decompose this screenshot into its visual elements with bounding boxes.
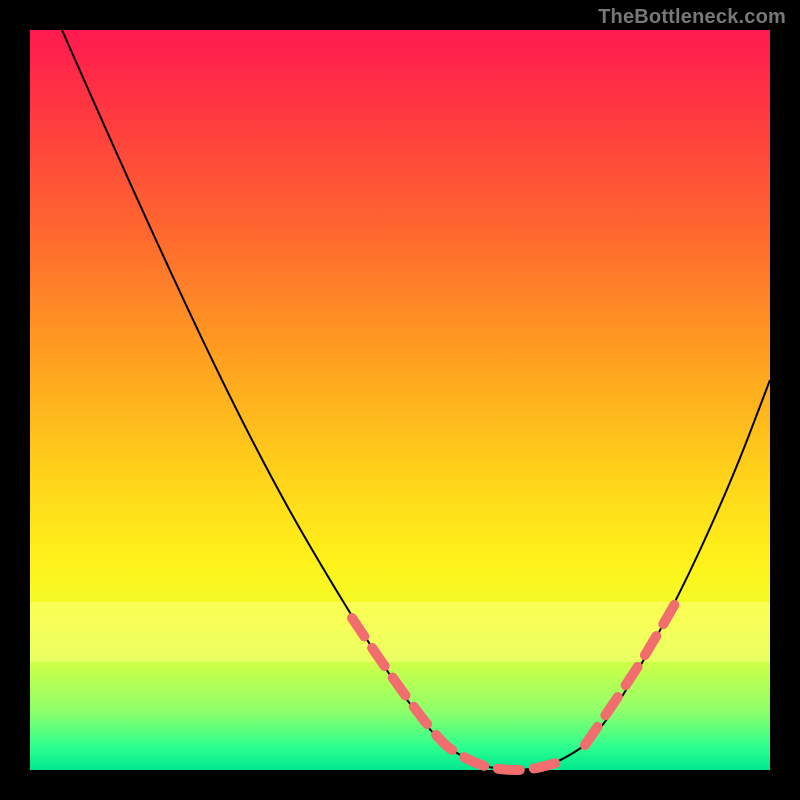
chart-svg	[30, 30, 770, 770]
highlight-right-segment	[585, 602, 676, 745]
bottleneck-curve	[62, 30, 770, 770]
watermark-text: TheBottleneck.com	[598, 6, 786, 29]
highlight-left-segment	[352, 618, 560, 770]
